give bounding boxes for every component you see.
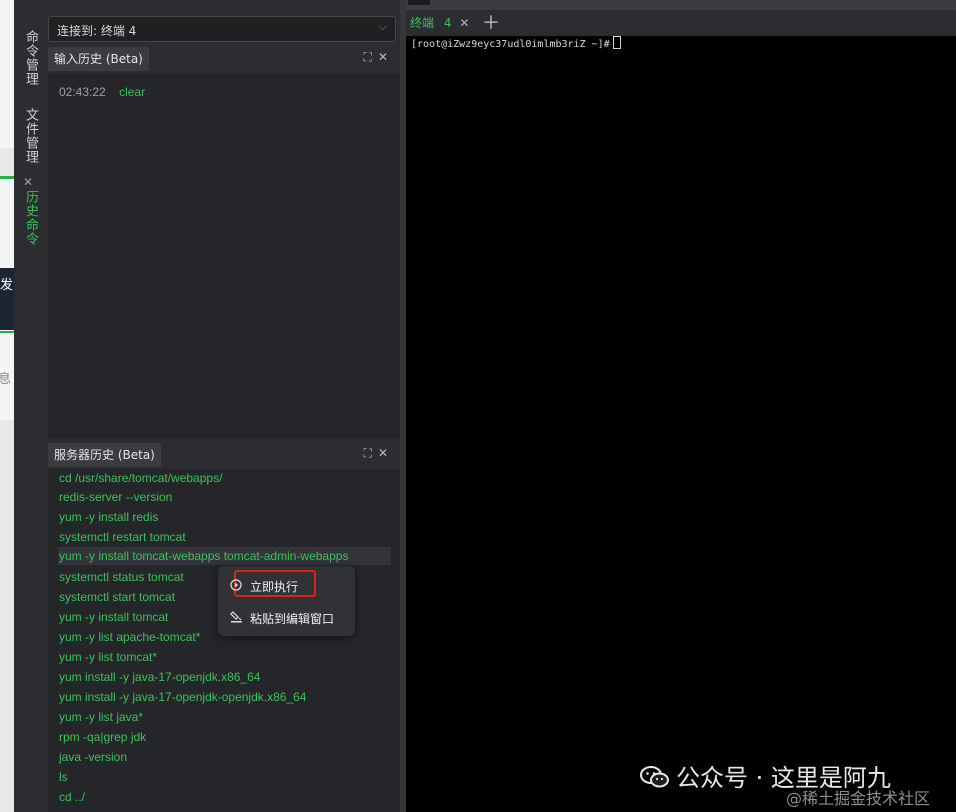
server-history-title: 服务器历史 (Beta) <box>48 443 161 467</box>
close-tab-icon[interactable]: ✕ <box>23 175 33 189</box>
background-window-thumbnail: 发 <box>0 268 14 330</box>
input-history-header: 输入历史 (Beta) ⛶✕ <box>44 47 400 73</box>
execute-now-label: 立即执行 <box>250 580 299 594</box>
background-window-strip: 发 息 <box>0 0 14 812</box>
side-tab-rail: 命令管理 文件管理 ✕ 历史命令 <box>14 0 45 812</box>
input-history-title: 输入历史 (Beta) <box>48 47 149 71</box>
server-history-list: cd /usr/share/tomcat/webapps/ redis-serv… <box>48 469 400 812</box>
add-tab-icon[interactable]: ＋ <box>482 10 500 36</box>
chevron-down-icon: ⌵ <box>378 21 387 33</box>
maximize-icon[interactable]: ⛶ <box>364 446 378 460</box>
terminal-tab-number: 4 <box>443 16 452 30</box>
history-command-item[interactable]: yum -y list tomcat* <box>59 650 157 664</box>
context-menu: 立即执行 粘贴到编辑窗口 <box>218 566 355 636</box>
history-command-item[interactable]: yum -y install tomcat <box>59 610 168 624</box>
tab-history-commands[interactable]: 历史命令 <box>21 190 40 246</box>
history-command-item[interactable]: rpm -qa|grep jdk <box>59 730 146 744</box>
terminal-tab-bar: 终端 4 ✕ ＋ <box>406 10 956 36</box>
wechat-icon <box>640 765 670 789</box>
play-circle-icon <box>230 579 244 594</box>
terminal-tab[interactable]: 终端 4 ✕ <box>410 13 469 33</box>
terminal-tab-label: 终端 <box>410 16 435 30</box>
paste-icon <box>230 610 244 626</box>
history-sidebar: 连接到: 终端 4 ⌵ 输入历史 (Beta) ⛶✕ 02:43:22 clea… <box>44 0 400 812</box>
paste-to-editor-menu-item[interactable]: 粘贴到编辑窗口 <box>230 610 334 627</box>
history-command-item[interactable]: cd /usr/share/tomcat/webapps/ <box>59 471 222 485</box>
history-command-item[interactable]: ls <box>59 770 68 784</box>
window-top-strip <box>406 0 956 10</box>
terminal-prompt: [root@iZwz9eyc37udl0imlmb3riZ ~]# <box>411 39 610 50</box>
history-command[interactable]: clear <box>119 85 145 99</box>
terminal-prompt-line: [root@iZwz9eyc37udl0imlmb3riZ ~]# <box>411 36 621 50</box>
background-window-bottom <box>0 420 14 812</box>
terminal-screen[interactable]: [root@iZwz9eyc37udl0imlmb3riZ ~]# <box>406 36 956 812</box>
connection-select-label: 连接到: 终端 4 <box>57 24 137 38</box>
close-icon[interactable]: ✕ <box>378 446 394 460</box>
history-command-item[interactable]: yum -y install redis <box>59 510 158 524</box>
input-history-row[interactable]: 02:43:22 clear <box>59 85 145 99</box>
connection-select[interactable]: 连接到: 终端 4 ⌵ <box>48 16 396 42</box>
history-command-item[interactable]: systemctl restart tomcat <box>59 530 186 544</box>
close-icon[interactable]: ✕ <box>378 50 394 64</box>
history-command-item[interactable]: systemctl start tomcat <box>59 590 175 604</box>
tab-command-manager[interactable]: 命令管理 <box>21 30 40 86</box>
background-window-band <box>0 148 14 176</box>
history-command-item[interactable]: java -version <box>59 750 127 764</box>
watermark-source: @稀土掘金技术社区 <box>786 789 931 808</box>
history-command-item-selected[interactable]: yum -y install tomcat-webapps tomcat-adm… <box>58 547 391 565</box>
history-command-item[interactable]: yum install -y java-17-openjdk-openjdk.x… <box>59 690 306 704</box>
history-command-item[interactable]: redis-server --version <box>59 490 172 504</box>
background-window-accent-2 <box>0 331 14 333</box>
paste-to-editor-label: 粘贴到编辑窗口 <box>250 612 335 626</box>
history-command-item[interactable]: yum install -y java-17-openjdk.x86_64 <box>59 670 260 684</box>
history-command-item[interactable]: yum -y list apache-tomcat* <box>59 630 200 644</box>
background-window-fragment-bottom: 息 <box>0 372 12 387</box>
history-time: 02:43:22 <box>59 85 106 99</box>
history-command-item[interactable]: cd ../ <box>59 790 85 804</box>
history-command-item[interactable]: yum -y list java* <box>59 710 143 724</box>
server-history-header: 服务器历史 (Beta) ⛶✕ <box>44 443 400 469</box>
maximize-icon[interactable]: ⛶ <box>364 50 378 64</box>
tab-file-manager[interactable]: 文件管理 <box>21 108 40 164</box>
input-history-list: 02:43:22 clear <box>48 73 400 439</box>
background-window-accent <box>0 176 14 179</box>
background-window-fragment-top: 发 <box>0 278 14 293</box>
terminal-cursor <box>612 36 621 49</box>
history-command-item[interactable]: systemctl status tomcat <box>59 570 184 584</box>
execute-now-menu-item[interactable]: 立即执行 <box>230 578 298 595</box>
close-tab-icon[interactable]: ✕ <box>459 16 469 30</box>
